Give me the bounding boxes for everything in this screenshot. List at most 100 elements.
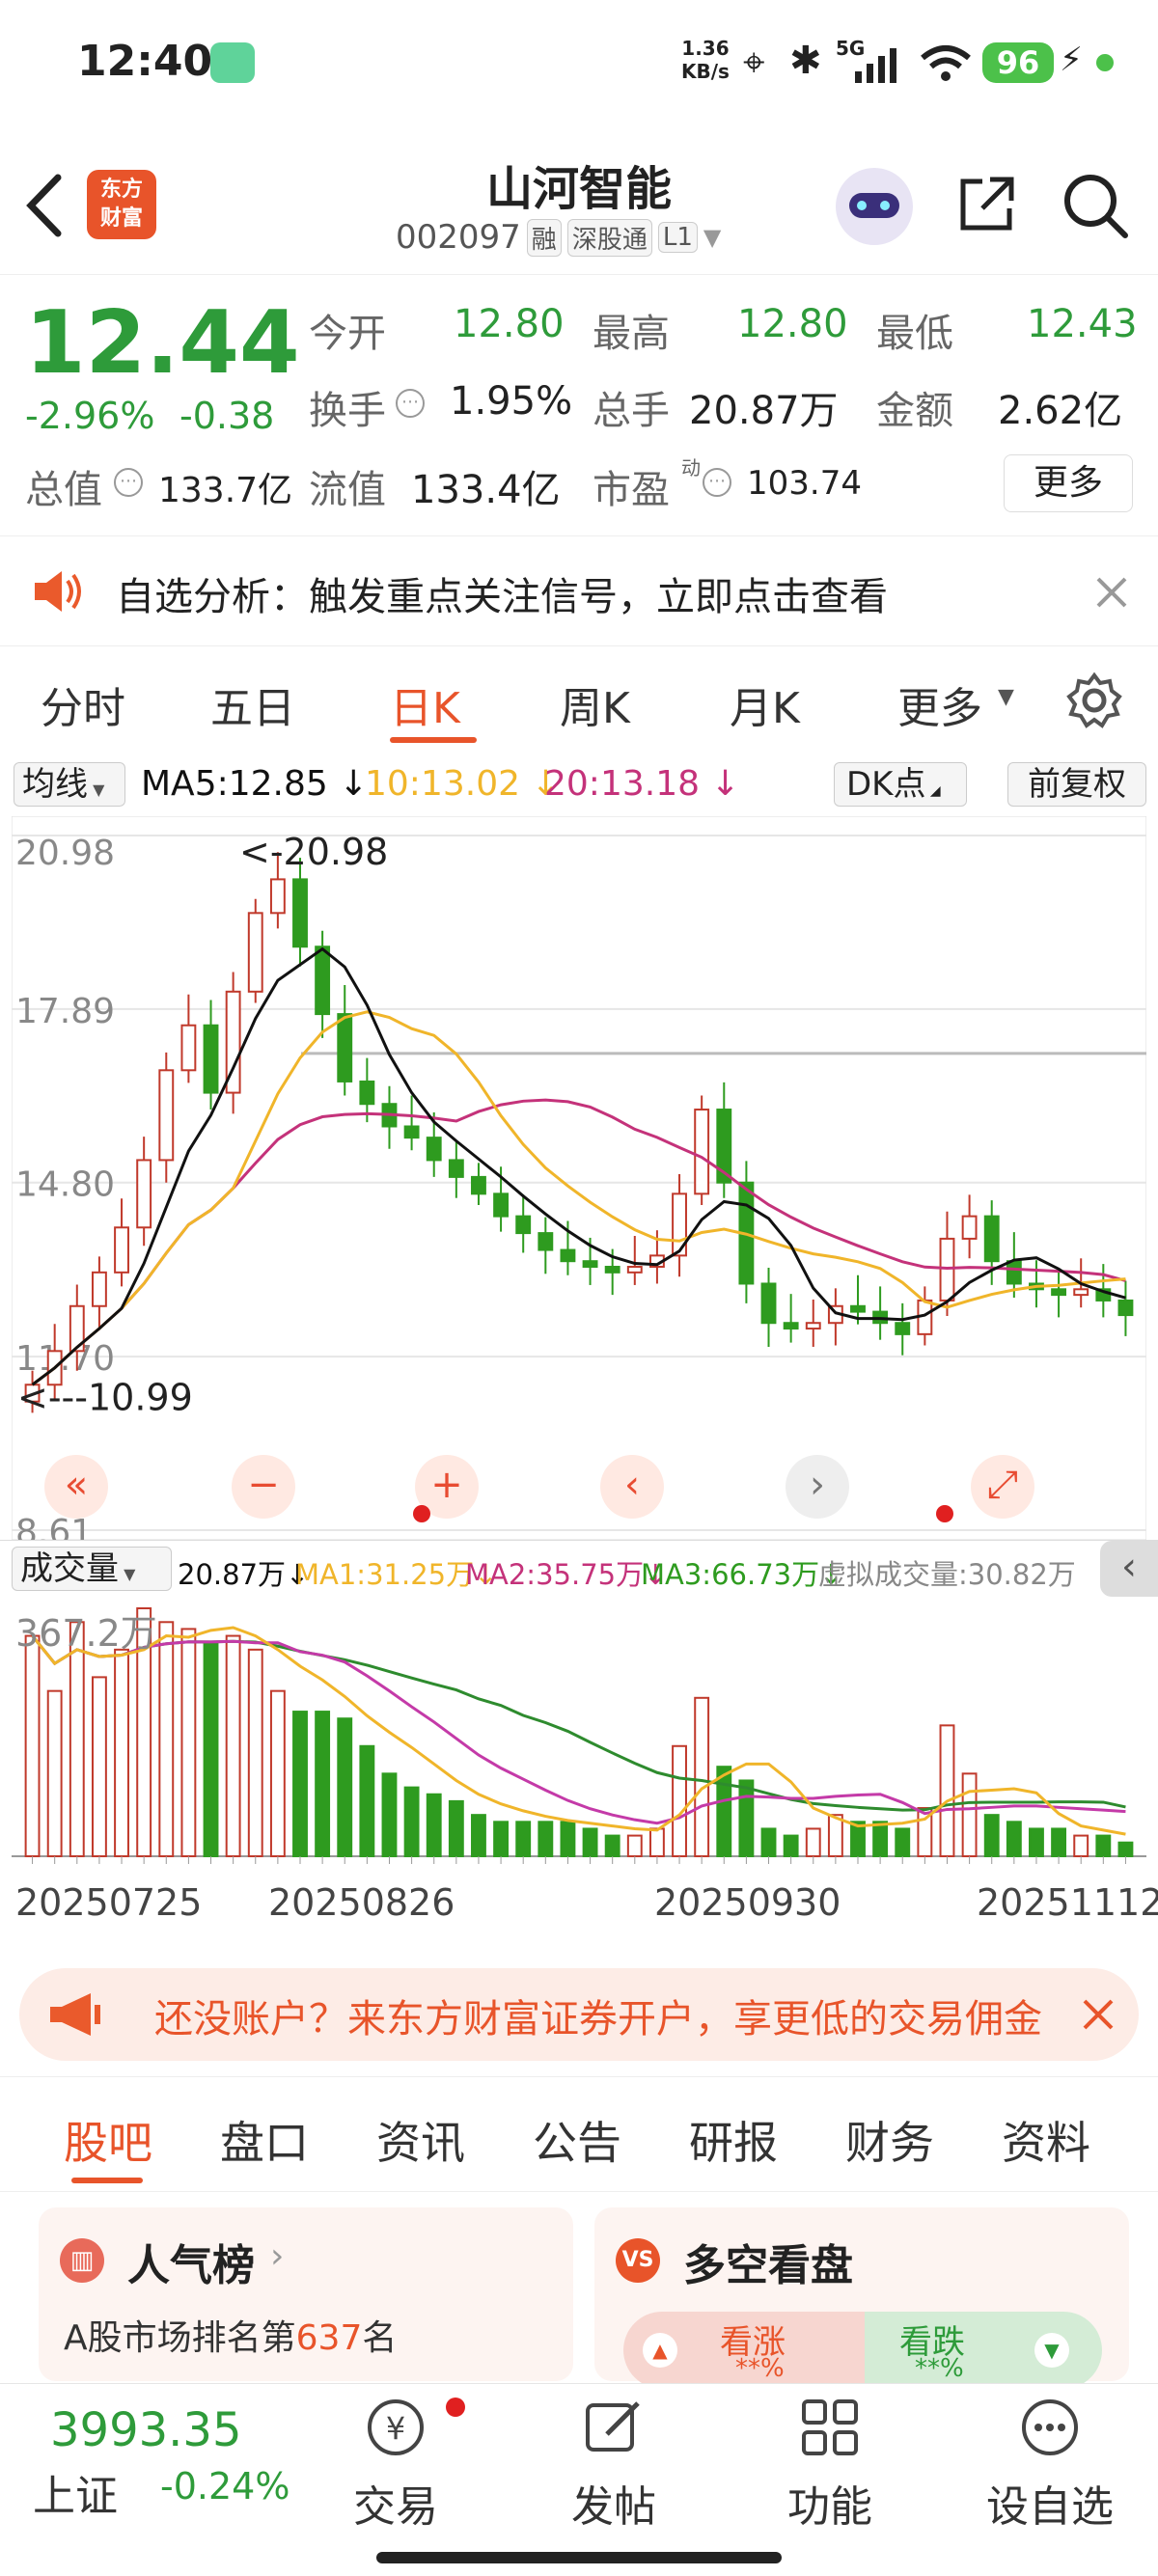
candle	[1006, 1260, 1022, 1285]
volume-bar	[626, 1834, 643, 1857]
close-icon[interactable]	[1094, 575, 1129, 610]
tab-daily-k[interactable]: 日K	[390, 673, 460, 735]
info-icon[interactable]: ⋯	[114, 468, 143, 497]
max-marker: <-20.98	[239, 831, 388, 873]
date-label: 20250826	[268, 1881, 455, 1924]
adjust-button[interactable]: 前复权	[1007, 762, 1146, 807]
back-arrow-icon[interactable]	[23, 172, 66, 239]
tab-intraday[interactable]: 分时	[41, 673, 125, 735]
candle	[538, 1232, 554, 1251]
search-icon[interactable]	[1062, 172, 1129, 239]
volume-select[interactable]: 成交量 ▼	[12, 1547, 172, 1591]
volume-bar	[604, 1834, 620, 1857]
candle	[180, 1024, 197, 1072]
bottom-bar: 3993.35 上证 -0.24% ¥ 交易 发帖 功能 设自选	[0, 2383, 1158, 2576]
tab-weekly-k[interactable]: 周K	[560, 673, 630, 735]
more-dots-icon	[1022, 2399, 1078, 2455]
fullscreen-icon[interactable]: ⤢	[971, 1455, 1034, 1519]
bear-button[interactable]: 看跌 **% ▼	[865, 2312, 1102, 2389]
open-account-banner[interactable]: 还没账户？来东方财富证券开户，享更低的交易佣金	[19, 1968, 1139, 2061]
volume-bar	[315, 1711, 331, 1857]
tab-announcements[interactable]: 公告	[533, 2108, 621, 2172]
notice-text: 自选分析：触发重点关注信号，立即点击查看	[116, 575, 888, 619]
notice-bar[interactable]: 自选分析：触发重点关注信号，立即点击查看	[0, 535, 1158, 646]
volume-ma2: MA2:35.75万↓	[465, 1558, 668, 1591]
status-time: 12:40	[77, 37, 213, 86]
pe-dynamic-mark: 动	[681, 456, 701, 480]
date-axis: 20250725 20250826 20250930 20251112	[0, 1876, 1158, 1943]
volume-bar	[403, 1786, 420, 1857]
volume-bar	[582, 1827, 598, 1857]
index-value[interactable]: 3993.35	[50, 2403, 242, 2457]
tab-orderbook[interactable]: 盘口	[220, 2108, 309, 2172]
tab-more[interactable]: 更多	[897, 673, 982, 735]
nav-post[interactable]: 发帖	[556, 2394, 672, 2534]
banner-text: 还没账户？来东方财富证券开户，享更低的交易佣金	[154, 1997, 1042, 2042]
candle	[136, 1159, 152, 1229]
info-icon[interactable]: ⋯	[703, 468, 731, 497]
ma10-label: 10:13.02 ↓	[365, 764, 561, 804]
speaker-icon	[35, 571, 81, 612]
collapse-panel-icon[interactable]: ‹	[1100, 1541, 1158, 1597]
volume-bar	[381, 1772, 398, 1857]
float-value: 133.4亿	[411, 468, 561, 512]
wifi-icon	[921, 45, 971, 81]
tab-monthly-k[interactable]: 月K	[730, 673, 800, 735]
volume-bar	[738, 1779, 755, 1857]
nav-add-watchlist[interactable]: 设自选	[973, 2394, 1127, 2534]
bull-button[interactable]: ▲ 看涨 **%	[623, 2312, 865, 2389]
nav-trade[interactable]: ¥ 交易	[338, 2394, 454, 2534]
tab-profile[interactable]: 资料	[1002, 2108, 1090, 2172]
candle	[560, 1248, 576, 1263]
charging-icon: ⚡	[1060, 41, 1083, 79]
tab-forum[interactable]: 股吧	[64, 2108, 152, 2172]
ai-assistant-avatar[interactable]	[836, 168, 913, 245]
close-icon[interactable]	[1081, 1997, 1116, 2032]
chevron-right-icon[interactable]: ›	[786, 1455, 849, 1519]
app-logo[interactable]: 东方 财富	[87, 170, 156, 239]
tab-five-day[interactable]: 五日	[210, 673, 295, 735]
volume-bar	[939, 1724, 955, 1857]
tab-news[interactable]: 资讯	[376, 2108, 465, 2172]
volume-bar	[983, 1814, 1000, 1857]
volume-bar	[805, 1827, 821, 1857]
open-value: 12.80	[454, 302, 565, 346]
nav-functions[interactable]: 功能	[772, 2394, 888, 2534]
low-value: 12.43	[1027, 302, 1138, 346]
volume-bar	[872, 1821, 889, 1857]
signal-icon	[855, 48, 896, 83]
jump-start-icon[interactable]: «	[44, 1455, 108, 1519]
popularity-rank: A股市场排名第637名	[64, 2318, 398, 2358]
tab-finance[interactable]: 财务	[845, 2108, 934, 2172]
volume-bar	[1073, 1834, 1089, 1857]
volume-bar	[694, 1696, 710, 1857]
volume-value: 20.87万↓	[178, 1558, 310, 1591]
stock-code-row[interactable]: 002097 融 深股通 L1 ▼	[396, 216, 721, 259]
zoom-out-icon[interactable]: −	[232, 1455, 295, 1519]
chevron-down-icon: ▼	[998, 685, 1014, 709]
volume-value: 20.87万	[689, 389, 839, 433]
more-button[interactable]: 更多	[1004, 454, 1133, 512]
tab-research[interactable]: 研报	[689, 2108, 778, 2172]
dk-point-select[interactable]: DK点 ◢	[834, 762, 967, 807]
ma-select[interactable]: 均线 ▼	[14, 762, 125, 807]
candle	[158, 1069, 175, 1162]
candle	[760, 1282, 777, 1325]
stock-code: 002097	[396, 218, 521, 257]
settings-gear-icon[interactable]	[1065, 671, 1123, 729]
kline-chart[interactable]: 20.9817.8914.8011.708.61<-20.98<---10.99	[12, 816, 1146, 1540]
volume-bar	[46, 1689, 63, 1857]
candle	[114, 1226, 129, 1274]
tag-connect: 深股通	[566, 218, 652, 257]
chevron-left-icon[interactable]: ‹	[600, 1455, 664, 1519]
info-icon[interactable]: ⋯	[396, 389, 425, 418]
candle	[1117, 1299, 1134, 1317]
volume-bar	[1029, 1827, 1044, 1857]
volume-chart[interactable]: 367.2万	[12, 1598, 1146, 1866]
share-icon[interactable]	[955, 174, 1017, 235]
popularity-card[interactable]: ▥ 人气榜 › A股市场排名第637名	[39, 2207, 573, 2381]
volume-bar	[1051, 1827, 1067, 1857]
bull-bear-card[interactable]: VS 多空看盘 ▲ 看涨 **% 看跌 **% ▼	[594, 2207, 1129, 2389]
volume-bar	[493, 1821, 510, 1857]
volume-bar	[961, 1772, 978, 1857]
